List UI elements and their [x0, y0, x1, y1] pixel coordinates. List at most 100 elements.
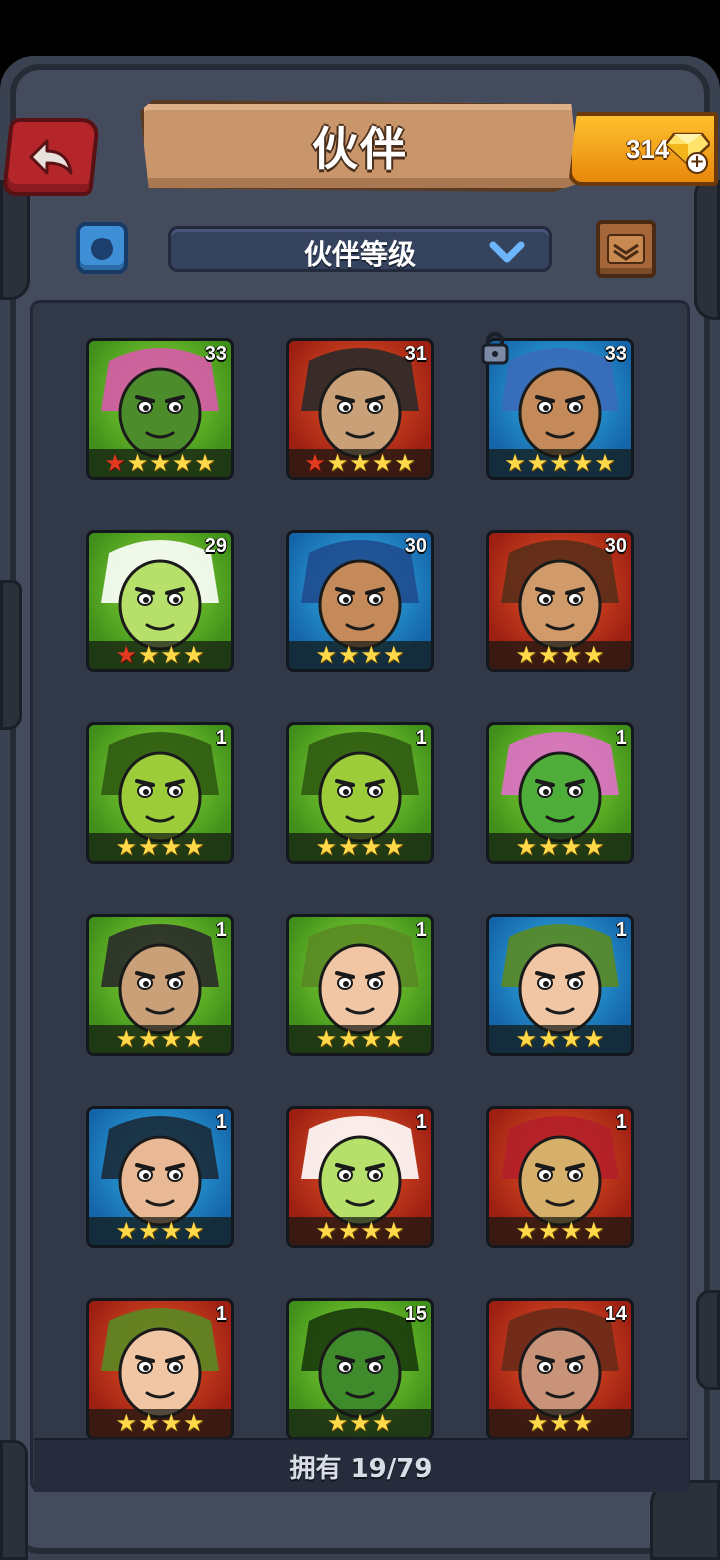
gems-value: 314	[626, 133, 670, 164]
star-rating: ★ ★ ★	[289, 1409, 431, 1437]
star-icon: ★	[337, 641, 360, 669]
star-icon: ★	[560, 1217, 583, 1245]
star-icon: ★	[360, 1025, 383, 1053]
star-icon: ★	[337, 1217, 360, 1245]
star-icon: ★	[137, 1025, 160, 1053]
hero-level: 1	[415, 727, 427, 749]
star-icon: ★	[515, 1025, 537, 1053]
hero-card[interactable]: 1 ★ ★ ★ ★	[286, 722, 434, 864]
owned-bar: 拥有 19/79	[34, 1438, 688, 1492]
star-icon: ★	[183, 1217, 205, 1245]
star-icon: ★	[560, 833, 583, 861]
add-gems-icon[interactable]: +	[686, 152, 708, 174]
lizard-portrait-icon	[301, 1116, 419, 1227]
chevron-down-icon	[489, 241, 525, 263]
star-icon: ★	[383, 1025, 405, 1053]
owned-count: 拥有 19/79	[289, 1453, 433, 1484]
edge-rock	[0, 1440, 28, 1560]
hero-card[interactable]: 1 ★ ★ ★ ★	[86, 1106, 234, 1248]
hero-card[interactable]: 30 ★ ★ ★ ★	[486, 530, 634, 672]
star-rating: ★ ★ ★	[489, 1409, 631, 1437]
hero-card[interactable]: 31 ★ ★ ★ ★ ★	[286, 338, 434, 480]
star-icon: ★	[171, 449, 194, 477]
sort-dropdown[interactable]: 伙伴等级	[168, 226, 552, 272]
star-icon: ★	[115, 833, 137, 861]
star-icon: ★	[360, 641, 383, 669]
girl-portrait-icon	[301, 924, 419, 1035]
frog-portrait-icon	[501, 732, 619, 843]
hero-card[interactable]: 1 ★ ★ ★ ★	[86, 722, 234, 864]
girl-portrait-icon	[501, 924, 619, 1035]
hero-card[interactable]: 1 ★ ★ ★ ★	[286, 1106, 434, 1248]
hero-level: 1	[215, 727, 227, 749]
star-icon: ★	[160, 1025, 183, 1053]
star-icon: ★	[137, 1409, 160, 1437]
star-icon: ★	[549, 449, 571, 477]
hero-card[interactable]: 33 ★ ★ ★ ★ ★	[86, 338, 234, 480]
star-icon: ★	[137, 1217, 160, 1245]
star-icon: ★	[337, 1025, 360, 1053]
star-rating: ★ ★ ★ ★	[89, 1217, 231, 1245]
star-rating: ★ ★ ★ ★	[89, 1409, 231, 1437]
star-icon: ★	[360, 1217, 383, 1245]
star-icon: ★	[571, 449, 594, 477]
hero-card[interactable]: 1 ★ ★ ★ ★	[486, 1106, 634, 1248]
hero-level: 1	[215, 919, 227, 941]
hero-level: 30	[404, 535, 427, 557]
map-button[interactable]	[596, 220, 656, 278]
hero-level: 33	[204, 343, 227, 365]
hero-card[interactable]: 1 ★ ★ ★ ★	[86, 914, 234, 1056]
hero-card[interactable]: 1 ★ ★ ★ ★	[286, 914, 434, 1056]
star-icon: ★	[526, 449, 549, 477]
hero-card[interactable]: 1 ★ ★ ★ ★	[486, 722, 634, 864]
category-button[interactable]	[76, 222, 128, 274]
back-button[interactable]	[1, 118, 101, 196]
star-icon: ★	[115, 1217, 137, 1245]
hero-level: 30	[604, 535, 627, 557]
star-icon: ★	[549, 1409, 571, 1437]
hero-level: 1	[615, 727, 627, 749]
star-icon: ★	[583, 641, 605, 669]
hero-level: 1	[415, 1111, 427, 1133]
star-icon: ★	[183, 1409, 205, 1437]
hero-card[interactable]: 30 ★ ★ ★ ★	[286, 530, 434, 672]
star-icon: ★	[160, 833, 183, 861]
star-icon: ★	[137, 641, 160, 669]
star-icon: ★	[149, 449, 171, 477]
star-rating: ★ ★ ★ ★	[289, 641, 431, 669]
star-rating: ★ ★ ★ ★	[89, 833, 231, 861]
hero-level: 14	[604, 1303, 627, 1325]
star-icon: ★	[583, 1217, 605, 1245]
star-icon: ★	[304, 449, 326, 477]
edge-rock	[694, 180, 720, 320]
star-icon: ★	[183, 1025, 205, 1053]
star-icon: ★	[515, 1217, 537, 1245]
status-bar	[0, 0, 720, 56]
hero-level: 1	[615, 919, 627, 941]
star-rating: ★ ★ ★ ★	[89, 641, 231, 669]
hero-level: 15	[404, 1303, 427, 1325]
star-icon: ★	[537, 833, 560, 861]
hero-card[interactable]: 1 ★ ★ ★ ★	[486, 914, 634, 1056]
hero-card[interactable]: 29 ★ ★ ★ ★	[86, 530, 234, 672]
star-icon: ★	[349, 449, 371, 477]
star-icon: ★	[515, 833, 537, 861]
star-icon: ★	[537, 641, 560, 669]
star-icon: ★	[560, 1025, 583, 1053]
hero-card[interactable]: 1 ★ ★ ★ ★	[86, 1298, 234, 1440]
edge-rock	[650, 1480, 720, 1560]
star-icon: ★	[115, 641, 137, 669]
star-icon: ★	[537, 1025, 560, 1053]
edge-rock	[0, 180, 30, 300]
category-icon	[91, 238, 113, 260]
hero-level: 1	[215, 1303, 227, 1325]
star-icon: ★	[194, 449, 216, 477]
hero-card[interactable]: 15 ★ ★ ★	[286, 1298, 434, 1440]
hero-card[interactable]: 14 ★ ★ ★	[486, 1298, 634, 1440]
star-icon: ★	[394, 449, 416, 477]
star-icon: ★	[594, 449, 616, 477]
star-icon: ★	[160, 1217, 183, 1245]
page-title: 伙伴	[312, 122, 408, 176]
map-icon	[607, 234, 645, 264]
edge-rock	[696, 1290, 720, 1390]
